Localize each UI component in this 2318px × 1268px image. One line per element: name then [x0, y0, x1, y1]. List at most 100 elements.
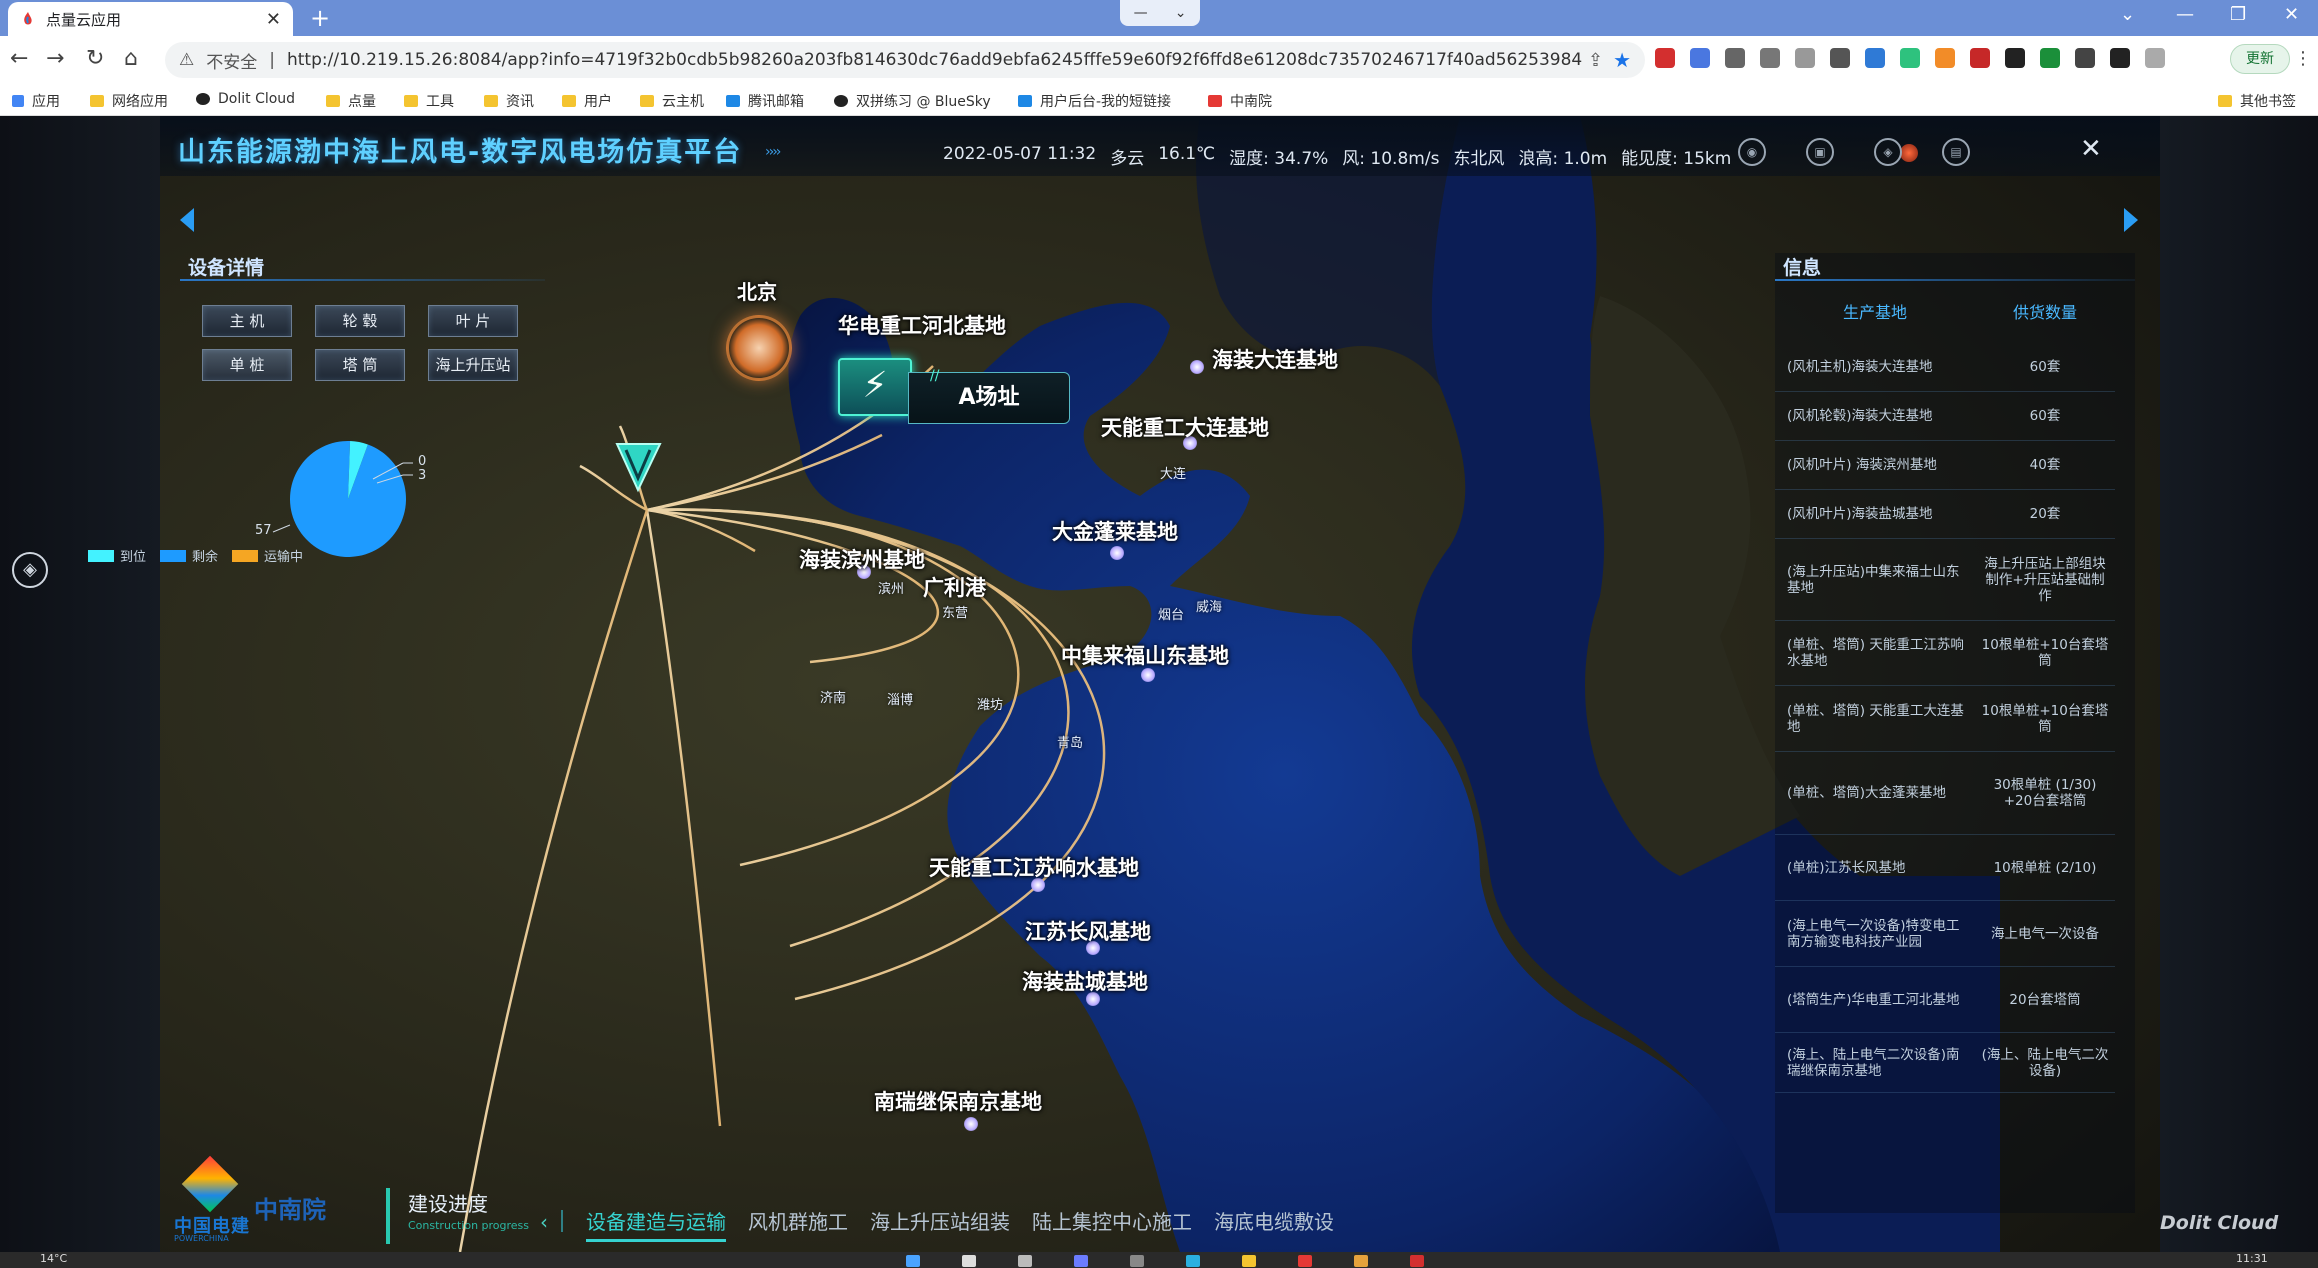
base-label[interactable]: 中集来福山东基地 — [1061, 640, 1229, 670]
tab-control-center[interactable]: 陆上集控中心施工 — [1032, 1206, 1192, 1242]
metamask-extension-icon[interactable] — [1935, 48, 1955, 68]
taskview-icon[interactable] — [1018, 1255, 1032, 1267]
eye-icon[interactable]: ◉ — [1738, 138, 1766, 166]
info-row[interactable]: (风机叶片)海装盐城基地 20套 — [1775, 490, 2115, 539]
beijing-marker-icon[interactable] — [726, 315, 792, 381]
base-label[interactable]: 海装大连基地 — [1212, 344, 1338, 374]
search-icon[interactable] — [962, 1255, 976, 1267]
chevron-down-icon[interactable]: ⌄ — [1175, 5, 1187, 21]
puzzle-extensions-icon[interactable] — [2075, 48, 2095, 68]
app-icon[interactable] — [1130, 1255, 1144, 1267]
bookmark-item[interactable]: 腾讯邮箱 — [726, 91, 804, 111]
address-bar[interactable]: ⚠ 不安全 | http://10.219.15.26:8084/app?inf… — [165, 42, 1645, 78]
screen-icon[interactable]: ▣ — [1806, 138, 1834, 166]
green-extension-icon[interactable] — [2040, 48, 2060, 68]
other-bookmarks[interactable]: 其他书签 — [2218, 91, 2296, 111]
equip-button-substation[interactable]: 海上升压站 — [428, 349, 518, 381]
info-row[interactable]: (风机轮毂)海装大连基地 60套 — [1775, 392, 2115, 441]
bookmark-apps[interactable]: 应用 — [12, 91, 60, 111]
base-label[interactable]: 海装滨州基地 — [799, 544, 925, 574]
bookmark-item[interactable]: 云主机 — [640, 91, 704, 111]
info-row[interactable]: (风机叶片) 海装滨州基地 40套 — [1775, 441, 2115, 490]
app-icon[interactable] — [1074, 1255, 1088, 1267]
base-dot[interactable] — [964, 1117, 978, 1131]
window-minimize-icon[interactable]: — — [2176, 4, 2194, 25]
bookmark-item[interactable]: 用户后台-我的短链接 — [1018, 91, 1171, 111]
bookmark-star-icon[interactable]: ★ — [1613, 48, 1631, 72]
app-icon[interactable] — [1410, 1255, 1424, 1267]
legend-item[interactable]: 到位 — [88, 546, 146, 565]
scissors-extension-icon[interactable] — [1830, 48, 1850, 68]
window-close-icon[interactable]: ✕ — [2284, 4, 2299, 25]
bookmark-item[interactable]: 点量 — [326, 91, 376, 111]
bookmark-item[interactable]: 资讯 — [484, 91, 534, 111]
info-row[interactable]: (风机主机)海装大连基地 60套 — [1775, 343, 2115, 392]
profile-icon[interactable] — [2145, 48, 2165, 68]
water-drop-icon[interactable]: ◈ — [12, 552, 48, 588]
base-label[interactable]: 广利港 — [923, 572, 986, 602]
prev-arrow-icon[interactable] — [180, 208, 194, 232]
chart-icon[interactable]: ▤ — [1942, 138, 1970, 166]
opera-extension-icon[interactable] — [1655, 48, 1675, 68]
link-extension-icon[interactable] — [1900, 48, 1920, 68]
app-icon[interactable] — [1298, 1255, 1312, 1267]
base-label[interactable]: 南瑞继保南京基地 — [874, 1086, 1042, 1116]
equip-button-tower[interactable]: 塔 筒 — [315, 349, 405, 381]
sidebar-toggle-icon[interactable] — [2110, 48, 2130, 68]
bookmark-item[interactable]: 用户 — [562, 91, 612, 111]
info-row[interactable]: (单桩)江苏长风基地 10根单桩 (2/10) — [1775, 835, 2115, 901]
base-dot[interactable] — [1141, 668, 1155, 682]
bookmark-item[interactable]: 双拼练习 @ BlueSky — [834, 91, 991, 111]
tab-subsea-cable[interactable]: 海底电缆敷设 — [1214, 1206, 1334, 1242]
warning-icon[interactable]: ⚠ — [179, 50, 194, 70]
app-icon[interactable] — [1354, 1255, 1368, 1267]
minimize-tab-icon[interactable]: — — [1134, 5, 1148, 21]
bookmark-item[interactable]: 网络应用 — [90, 91, 168, 111]
translate-extension-icon[interactable] — [1690, 48, 1710, 68]
tab-close-icon[interactable]: ✕ — [266, 9, 281, 30]
bookmark-item[interactable]: 中南院 — [1208, 91, 1272, 111]
tab-equipment-transport[interactable]: 设备建造与运输 — [586, 1206, 726, 1242]
taskbar-clock[interactable]: 11:31 — [2236, 1252, 2268, 1265]
chevron-left-icon[interactable]: ‹ — [540, 1210, 548, 1234]
forward-icon[interactable]: → — [46, 46, 64, 71]
info-row[interactable]: (海上、陆上电气二次设备)南瑞继保南京基地 (海上、陆上电气二次设备) — [1775, 1033, 2115, 1093]
copy-extension-icon[interactable] — [1795, 48, 1815, 68]
tab-turbine-construction[interactable]: 风机群施工 — [748, 1206, 848, 1242]
app-icon[interactable] — [1242, 1255, 1256, 1267]
site-card-a[interactable]: ⚡ A场址 // — [838, 358, 1070, 424]
save-extension-icon[interactable] — [1725, 48, 1745, 68]
browser-menu-icon[interactable]: ⋮ — [2294, 48, 2312, 69]
info-row[interactable]: (单桩、塔筒) 天能重工大连基地 10根单桩+10台套塔筒 — [1775, 686, 2115, 752]
next-arrow-icon[interactable] — [2124, 208, 2138, 232]
close-icon[interactable]: ✕ — [2080, 134, 2102, 164]
shield-extension-icon[interactable] — [1865, 48, 1885, 68]
equip-button-main[interactable]: 主 机 — [202, 305, 292, 337]
download-extension-icon[interactable] — [1760, 48, 1780, 68]
base-dot[interactable] — [1190, 360, 1204, 374]
base-label[interactable]: 海装盐城基地 — [1022, 966, 1148, 996]
info-row[interactable]: (塔筒生产)华电重工河北基地 20台套塔筒 — [1775, 967, 2115, 1033]
base-label[interactable]: 大金蓬莱基地 — [1052, 516, 1178, 546]
equip-button-monopile[interactable]: 单 桩 — [202, 349, 292, 381]
layers-icon[interactable]: ◈ — [1874, 138, 1902, 166]
reload-icon[interactable]: ↻ — [86, 46, 104, 71]
back-icon[interactable]: ← — [10, 46, 28, 71]
bookmark-item[interactable]: Dolit Cloud — [196, 91, 295, 107]
legend-item[interactable]: 剩余 — [160, 546, 218, 565]
base-label[interactable]: 天能重工大连基地 — [1101, 412, 1269, 442]
window-restore-icon[interactable]: ❐ — [2230, 4, 2246, 25]
info-row[interactable]: (单桩、塔筒) 天能重工江苏响水基地 10根单桩+10台套塔筒 — [1775, 621, 2115, 686]
legend-item[interactable]: 运输中 — [232, 546, 303, 565]
browser-tab[interactable]: 点量云应用 ✕ — [8, 2, 293, 36]
info-row[interactable]: (海上升压站)中集来福士山东基地 海上升压站上部组块 制作+升压站基础制作 — [1775, 539, 2115, 621]
equip-button-blade[interactable]: 叶 片 — [428, 305, 518, 337]
reader-extension-icon[interactable] — [2005, 48, 2025, 68]
update-button[interactable]: 更新 — [2230, 44, 2290, 74]
url-text[interactable]: http://10.219.15.26:8084/app?info=4719f3… — [287, 50, 1582, 70]
pdf-extension-icon[interactable] — [1970, 48, 1990, 68]
tab-substation-assembly[interactable]: 海上升压站组装 — [870, 1206, 1010, 1242]
insecure-label[interactable]: 不安全 — [206, 48, 257, 73]
taskbar-weather[interactable]: 14°C — [40, 1252, 67, 1265]
info-row[interactable]: (海上电气一次设备)特变电工 南方输变电科技产业园 海上电气一次设备 — [1775, 901, 2115, 967]
